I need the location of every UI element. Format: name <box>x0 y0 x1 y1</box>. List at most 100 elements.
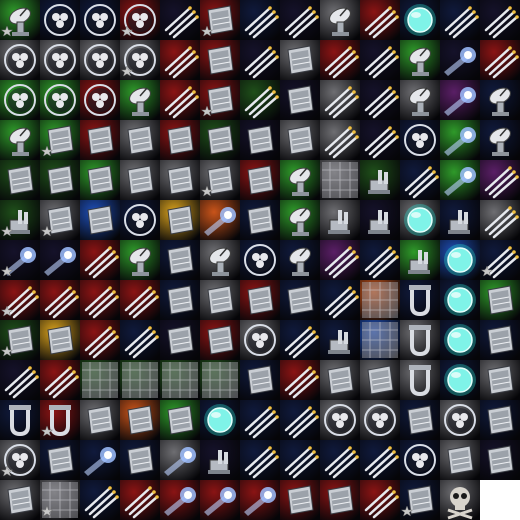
thruster-beam-icon <box>440 160 480 200</box>
thruster-beam-icon <box>240 480 280 520</box>
missile-battery-icon <box>40 280 80 320</box>
shield-orb-icon <box>400 200 440 240</box>
shield-orb-icon <box>400 0 440 40</box>
armor-plate-icon <box>40 440 80 480</box>
turret-gun-icon <box>360 160 400 200</box>
missile-battery-icon <box>360 80 400 120</box>
missile-battery-icon <box>0 360 40 400</box>
satellite-dish-icon <box>280 240 320 280</box>
missile-battery-icon <box>120 480 160 520</box>
armor-plate-icon <box>40 160 80 200</box>
clamp-hook-icon <box>400 360 440 400</box>
mine-orb-icon <box>320 400 360 440</box>
missile-battery-icon <box>360 440 400 480</box>
armor-plate-icon <box>320 480 360 520</box>
missile-battery-icon <box>240 440 280 480</box>
armor-plate-icon <box>280 40 320 80</box>
armor-plate-icon <box>40 200 80 240</box>
armor-plate-icon <box>200 320 240 360</box>
mine-orb-icon <box>80 80 120 120</box>
armor-plate-icon <box>200 80 240 120</box>
armor-plate-icon <box>40 120 80 160</box>
armor-plate-icon <box>200 160 240 200</box>
satellite-dish-icon <box>0 120 40 160</box>
texture-panel-icon <box>80 360 120 400</box>
armor-plate-icon <box>480 400 520 440</box>
thruster-beam-icon <box>440 120 480 160</box>
armor-plate-icon <box>160 280 200 320</box>
armor-plate-icon <box>360 360 400 400</box>
armor-plate-icon <box>400 480 440 520</box>
armor-plate-icon <box>160 320 200 360</box>
missile-battery-icon <box>320 40 360 80</box>
texture-panel-icon <box>320 160 360 200</box>
mine-orb-icon <box>40 80 80 120</box>
missile-battery-icon <box>160 40 200 80</box>
missile-battery-icon <box>280 360 320 400</box>
missile-battery-icon <box>40 360 80 400</box>
thruster-beam-icon <box>200 200 240 240</box>
empty-slot <box>480 480 520 520</box>
missile-battery-icon <box>480 200 520 240</box>
missile-battery-icon <box>480 240 520 280</box>
armor-plate-icon <box>0 160 40 200</box>
missile-battery-icon <box>360 0 400 40</box>
satellite-dish-icon <box>120 240 160 280</box>
turret-gun-icon <box>440 200 480 240</box>
missile-battery-icon <box>480 40 520 80</box>
missile-battery-icon <box>280 440 320 480</box>
armor-plate-icon <box>160 160 200 200</box>
armor-plate-icon <box>0 480 40 520</box>
shield-orb-icon <box>440 320 480 360</box>
shield-orb-icon <box>440 360 480 400</box>
armor-plate-icon <box>280 80 320 120</box>
turret-gun-icon <box>200 440 240 480</box>
skull-emblem-icon <box>440 480 480 520</box>
missile-battery-icon <box>320 280 360 320</box>
mine-orb-icon <box>400 440 440 480</box>
armor-plate-icon <box>0 320 40 360</box>
armor-plate-icon <box>120 400 160 440</box>
clamp-hook-icon <box>0 400 40 440</box>
armor-plate-icon <box>480 280 520 320</box>
thruster-beam-icon <box>0 240 40 280</box>
armor-plate-icon <box>80 200 120 240</box>
thruster-beam-icon <box>440 80 480 120</box>
turret-gun-icon <box>0 200 40 240</box>
satellite-dish-icon <box>120 80 160 120</box>
texture-panel-icon <box>40 480 80 520</box>
clamp-hook-icon <box>40 400 80 440</box>
missile-battery-icon <box>160 0 200 40</box>
armor-plate-icon <box>160 200 200 240</box>
turret-gun-icon <box>320 320 360 360</box>
satellite-dish-icon <box>480 80 520 120</box>
mine-orb-icon <box>240 240 280 280</box>
missile-battery-icon <box>240 80 280 120</box>
mine-orb-icon <box>240 320 280 360</box>
missile-battery-icon <box>360 240 400 280</box>
mine-orb-icon <box>360 400 400 440</box>
satellite-dish-icon <box>480 120 520 160</box>
missile-battery-icon <box>120 280 160 320</box>
clamp-hook-icon <box>400 280 440 320</box>
turret-gun-icon <box>360 200 400 240</box>
mine-orb-icon <box>120 0 160 40</box>
missile-battery-icon <box>240 0 280 40</box>
mine-orb-icon <box>120 200 160 240</box>
missile-battery-icon <box>280 400 320 440</box>
missile-battery-icon <box>0 280 40 320</box>
missile-battery-icon <box>240 40 280 80</box>
missile-battery-icon <box>360 40 400 80</box>
satellite-dish-icon <box>400 40 440 80</box>
armor-plate-icon <box>240 120 280 160</box>
armor-plate-icon <box>120 440 160 480</box>
mine-orb-icon <box>0 40 40 80</box>
armor-plate-icon <box>480 360 520 400</box>
thruster-beam-icon <box>200 480 240 520</box>
texture-panel-icon <box>120 360 160 400</box>
armor-plate-icon <box>240 360 280 400</box>
armor-plate-icon <box>200 0 240 40</box>
armor-plate-icon <box>200 280 240 320</box>
armor-plate-icon <box>440 440 480 480</box>
armor-plate-icon <box>240 160 280 200</box>
